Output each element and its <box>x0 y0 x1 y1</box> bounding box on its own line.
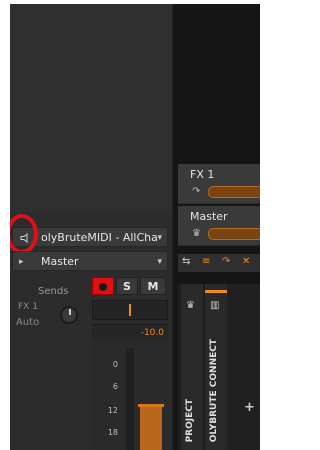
volume-fader-handle[interactable] <box>138 404 164 407</box>
add-tab-button[interactable]: + <box>244 400 255 415</box>
return-icon[interactable]: ↷ <box>222 256 230 267</box>
output-label: Master <box>41 255 79 268</box>
chevron-down-icon[interactable]: ▾ <box>157 228 162 248</box>
record-arm-button[interactable] <box>92 277 114 295</box>
meter-scale-label: 12 <box>107 406 118 415</box>
meter-scale-label: 18 <box>107 428 118 437</box>
browser-tab-strip: ♛ PROJECT ▥ OLYBRUTE CONNECT + <box>178 284 260 450</box>
pan-indicator <box>129 304 131 316</box>
output-selector[interactable]: ▸ Master ▾ <box>12 251 168 271</box>
track-volume-slot[interactable] <box>208 186 260 198</box>
volume-fader[interactable] <box>140 406 162 450</box>
track-toolbar: ⇆ ≡ ↷ ✕ <box>178 254 260 272</box>
meter-scale-label: 6 <box>112 382 118 391</box>
track-list-panel: FX 1 ↷ Master ♛ ⇆ ≡ ↷ ✕ ♛ PROJECT ▥ OLYB… <box>174 4 260 450</box>
midi-input-label: olyBruteMIDI - AllCha <box>41 231 158 244</box>
sends-label: Sends <box>38 286 69 297</box>
send-level-knob[interactable] <box>60 306 78 324</box>
send-fx-label: FX 1 <box>18 302 38 312</box>
track-name: Master <box>190 210 228 223</box>
active-tab-indicator <box>205 290 227 293</box>
crown-icon: ♛ <box>186 300 195 311</box>
volume-readout: -10.0 <box>92 324 168 340</box>
solo-button[interactable]: S <box>116 277 138 295</box>
tab-project[interactable]: ♛ PROJECT <box>180 284 203 450</box>
swap-icon[interactable]: ⇆ <box>182 256 190 267</box>
level-meter <box>126 348 134 450</box>
chevron-down-icon[interactable]: ▾ <box>157 252 162 272</box>
track-name: FX 1 <box>190 168 215 181</box>
daw-window: olyBruteMIDI - AllCha ▾ ▸ Master ▾ Sends… <box>10 4 260 450</box>
volume-fader-area: 0 6 12 18 <box>92 340 168 450</box>
send-mode-label[interactable]: Auto <box>16 317 39 328</box>
record-icon <box>99 283 107 291</box>
mute-button[interactable]: M <box>140 277 166 295</box>
piano-icon: ▥ <box>210 300 220 311</box>
crown-icon: ♛ <box>192 228 201 239</box>
inspector-panel: olyBruteMIDI - AllCha ▾ ▸ Master ▾ Sends… <box>10 4 172 450</box>
inspector-empty-area <box>10 4 172 212</box>
track-header-master[interactable]: Master ♛ <box>178 206 260 246</box>
track-header-fx[interactable]: FX 1 ↷ <box>178 164 260 204</box>
pan-slider[interactable] <box>92 300 168 320</box>
return-icon: ↷ <box>192 186 201 197</box>
track-volume-slot[interactable] <box>208 228 260 240</box>
tab-label: OLYBRUTE CONNECT <box>209 338 219 442</box>
meter-scale-label: 0 <box>112 360 118 369</box>
list-icon[interactable]: ≡ <box>202 256 210 267</box>
expand-arrow-icon[interactable]: ▸ <box>19 252 24 272</box>
tab-label: PROJECT <box>185 398 195 442</box>
highlight-circle <box>10 214 38 254</box>
tab-device[interactable]: ▥ OLYBRUTE CONNECT <box>204 284 227 450</box>
close-icon[interactable]: ✕ <box>242 256 250 267</box>
